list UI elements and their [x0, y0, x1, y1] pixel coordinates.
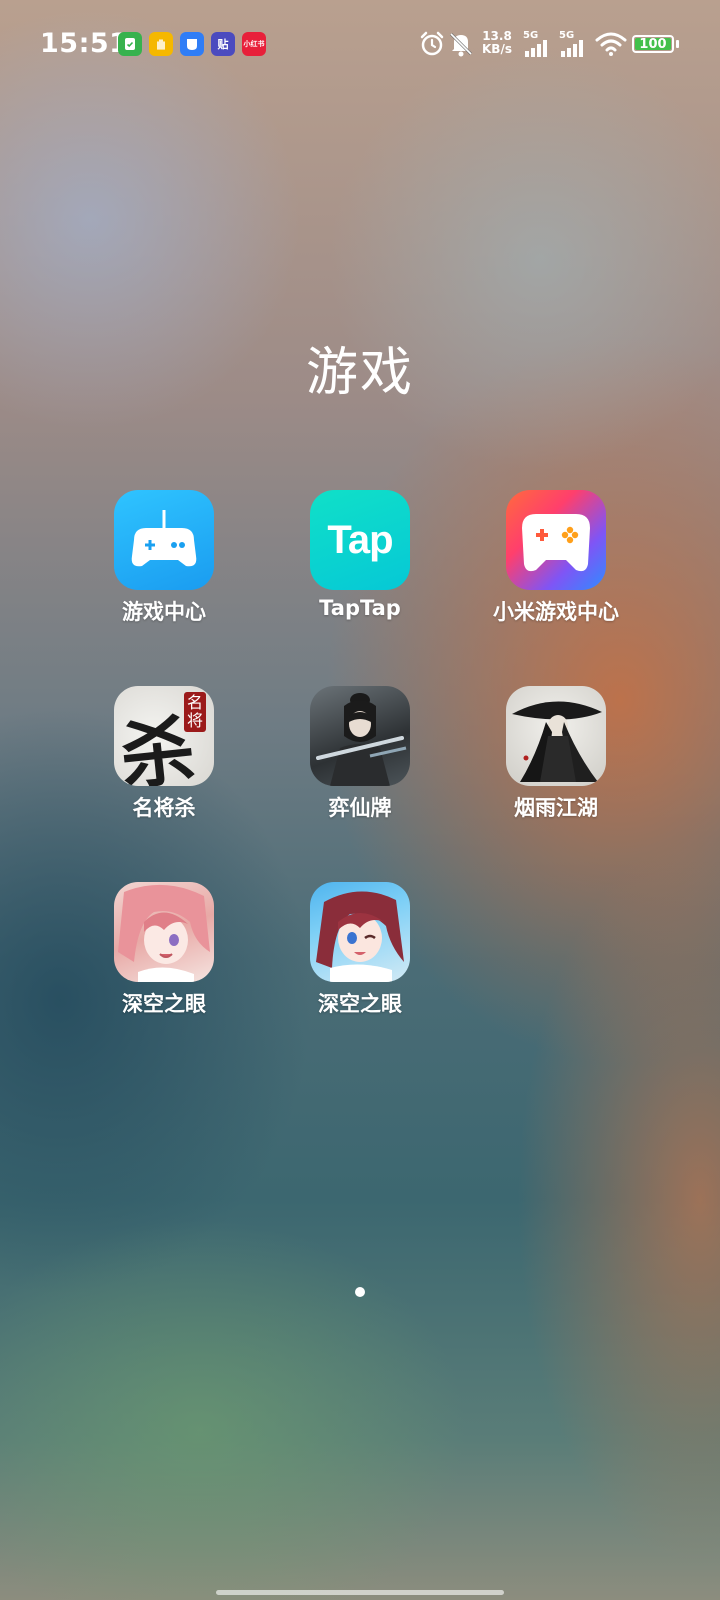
bell-muted-icon: [449, 32, 473, 57]
yanyujianghu-icon: [506, 686, 606, 786]
gamepad-icon: [114, 490, 214, 590]
app-label: TapTap: [319, 596, 401, 620]
battery-cap: [676, 40, 679, 48]
wifi-icon: [595, 32, 627, 56]
app-label: 游戏中心: [122, 600, 206, 624]
network-speed: 13.8 KB/s: [482, 30, 512, 56]
app-shenkongzhiyan-1[interactable]: 深空之眼: [69, 882, 259, 1018]
app-taptap[interactable]: Tap TapTap: [265, 490, 455, 620]
app-mingjiangsha[interactable]: 杀 名将 名将杀: [69, 686, 259, 822]
sim2-signal-icon: [561, 40, 583, 57]
folder-title[interactable]: 游戏: [0, 330, 720, 405]
app-game-center[interactable]: 游戏中心: [69, 490, 259, 626]
battery-level: 100: [635, 37, 671, 52]
shenkongzhiyan-icon-1: [114, 882, 214, 982]
home-gesture-bar[interactable]: [216, 1590, 504, 1595]
app-label: 小米游戏中心: [493, 600, 619, 624]
tieba-app-icon: 贴: [211, 32, 235, 56]
app-label: 名将杀: [132, 796, 196, 820]
xiaohongshu-app-icon: 小红书: [242, 32, 266, 56]
status-bar: 15:51 贴 小红书 13.8 KB/s 5G 5G 100: [0, 0, 720, 90]
taptap-logo-text: Tap: [327, 517, 393, 562]
sim1-signal-icon: [525, 40, 547, 57]
browser-app-icon: [180, 32, 204, 56]
app-yixianpai[interactable]: 弈仙牌: [265, 686, 455, 822]
mi-game-controller-icon: [506, 490, 606, 590]
battery-icon: 100: [632, 35, 674, 53]
mingjiangsha-seal: 名将: [184, 692, 206, 732]
page-indicator-dot: [355, 1287, 365, 1297]
app-label: 烟雨江湖: [514, 796, 598, 820]
network-speed-unit: KB/s: [482, 42, 512, 56]
app-label: 弈仙牌: [328, 796, 392, 820]
app-shenkongzhiyan-2[interactable]: 深空之眼: [265, 882, 455, 1018]
status-time: 15:51: [40, 28, 129, 59]
taptap-logo-icon: Tap: [310, 490, 410, 590]
app-yanyujianghu[interactable]: 烟雨江湖: [461, 686, 651, 822]
app-label: 深空之眼: [318, 992, 402, 1016]
hand-app-icon: [149, 32, 173, 56]
app-label: 深空之眼: [122, 992, 206, 1016]
yixianpai-icon: [310, 686, 410, 786]
alarm-icon: [420, 31, 444, 56]
app-mi-game-center[interactable]: 小米游戏中心: [461, 490, 651, 626]
mingjiangsha-icon: 杀 名将: [114, 686, 214, 786]
shenkongzhiyan-icon-2: [310, 882, 410, 982]
security-app-icon: [118, 32, 142, 56]
